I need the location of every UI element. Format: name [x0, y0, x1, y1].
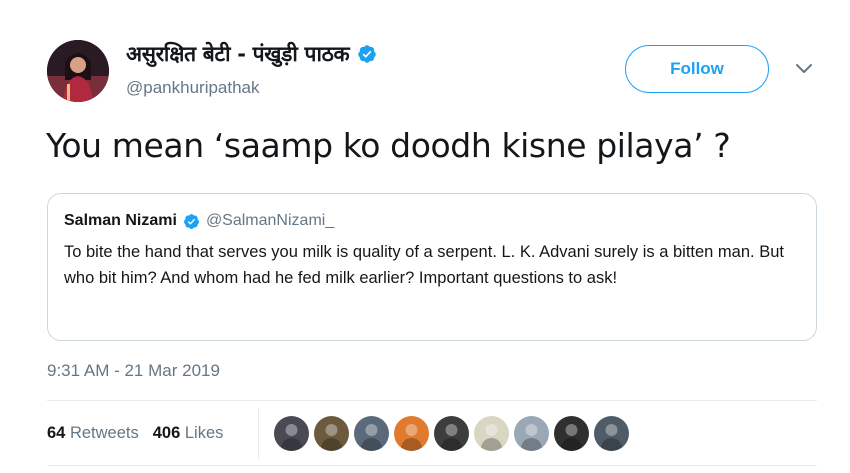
quoted-author-handle: @SalmanNizami_ [205, 212, 335, 229]
tweet-stats: 64 Retweets 406 Likes [47, 424, 223, 443]
avatar-image [47, 40, 109, 102]
author-display-name[interactable]: असुरक्षित बेटी - पंखुड़ी पाठक [126, 40, 350, 68]
author-name-row: असुरक्षित बेटी - पंखुड़ी पाठक [126, 40, 377, 68]
tweet-timestamp[interactable]: 9:31 AM - 21 Mar 2019 [47, 361, 220, 381]
author-handle[interactable]: @pankhuripathak [126, 78, 260, 98]
liker-avatar[interactable] [434, 416, 469, 451]
tweet-text: You mean ‘saamp ko doodh kisne pilaya’ ? [46, 126, 731, 165]
liker-avatar[interactable] [554, 416, 589, 451]
quoted-author-name: Salman Nizami [64, 212, 177, 229]
likes-label: Likes [184, 424, 224, 442]
retweets-label: Retweets [69, 424, 139, 442]
quoted-tweet-text: To bite the hand that serves you milk is… [64, 243, 784, 287]
verified-badge-icon [183, 213, 200, 230]
likers-avatar-list [274, 416, 629, 451]
liker-avatar[interactable] [474, 416, 509, 451]
follow-button[interactable]: Follow [625, 45, 769, 93]
author-avatar[interactable] [47, 40, 109, 102]
divider [47, 400, 817, 401]
liker-avatar[interactable] [394, 416, 429, 451]
quoted-tweet-card[interactable]: Salman Nizami @SalmanNizami_ To bite the… [47, 193, 817, 341]
liker-avatar[interactable] [314, 416, 349, 451]
verified-badge-icon [357, 44, 377, 64]
divider [47, 465, 817, 466]
retweets-count: 64 [47, 424, 66, 442]
stats-separator [258, 407, 259, 459]
liker-avatar[interactable] [274, 416, 309, 451]
liker-avatar[interactable] [514, 416, 549, 451]
likes-count: 406 [152, 424, 181, 442]
chevron-down-icon[interactable] [794, 62, 814, 76]
liker-avatar[interactable] [354, 416, 389, 451]
quoted-tweet-header: Salman Nizami @SalmanNizami_ [64, 212, 798, 230]
liker-avatar[interactable] [594, 416, 629, 451]
retweets-stat[interactable]: 64 Retweets [47, 424, 139, 443]
likes-stat[interactable]: 406 Likes [153, 424, 224, 443]
